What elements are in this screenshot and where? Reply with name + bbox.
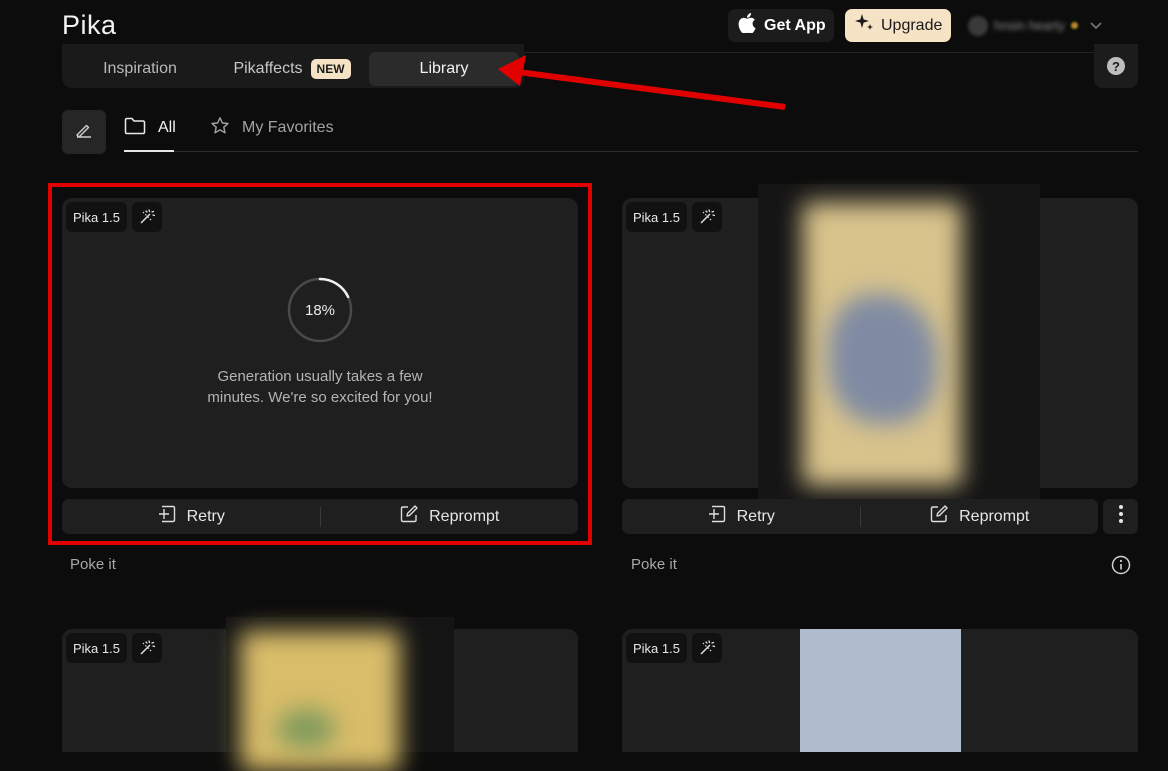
get-app-label: Get App <box>764 16 826 34</box>
new-badge: NEW <box>310 59 351 79</box>
highlight-box <box>48 183 592 545</box>
subtab-favorites-label: My Favorites <box>242 119 334 136</box>
annotation-arrow <box>498 55 786 110</box>
user-name: hnsin hearty <box>994 18 1065 33</box>
video-thumbnail[interactable] <box>758 184 1040 500</box>
subtab-all-label: All <box>158 119 176 136</box>
model-badge: Pika 1.5 <box>66 633 127 663</box>
thumbnail-subject <box>828 294 938 424</box>
reprompt-button[interactable]: Reprompt <box>861 499 1099 534</box>
more-vertical-icon <box>1118 504 1124 529</box>
tab-inspiration[interactable]: Inspiration <box>82 52 198 86</box>
subtabs-divider <box>124 151 1138 152</box>
model-badge: Pika 1.5 <box>626 202 687 232</box>
retry-label: Retry <box>736 507 775 525</box>
retry-icon <box>707 504 727 529</box>
card-chips: Pika 1.5 <box>626 633 722 663</box>
help-icon: ? <box>1107 57 1125 75</box>
thumbnail-frame <box>240 631 400 771</box>
reprompt-label: Reprompt <box>959 507 1030 525</box>
folder-icon <box>124 117 146 140</box>
card-actions: Retry Reprompt <box>622 499 1098 534</box>
help-button[interactable]: ? <box>1094 44 1138 88</box>
credits-dot-icon <box>1070 22 1078 29</box>
subtab-my-favorites[interactable]: My Favorites <box>210 113 334 143</box>
tab-pikaffects-label: Pikaffects <box>233 60 303 77</box>
edit-button[interactable] <box>62 110 106 154</box>
subtab-active-indicator <box>124 150 174 152</box>
upgrade-label: Upgrade <box>881 16 943 34</box>
magic-wand-icon[interactable] <box>691 202 722 232</box>
sparkle-icon <box>853 12 875 39</box>
more-options-button[interactable] <box>1103 499 1138 534</box>
retry-button[interactable]: Retry <box>622 499 860 534</box>
subtab-all[interactable]: All <box>124 113 176 143</box>
info-icon[interactable] <box>1111 555 1131 575</box>
model-badge: Pika 1.5 <box>626 633 687 663</box>
user-menu[interactable]: hnsin hearty <box>968 12 1130 39</box>
magic-wand-icon[interactable] <box>691 633 722 663</box>
magic-wand-icon[interactable] <box>131 633 162 663</box>
video-thumbnail[interactable] <box>226 617 454 771</box>
upgrade-button[interactable]: Upgrade <box>845 9 951 42</box>
edit-icon <box>929 504 949 529</box>
card-caption: Poke it <box>70 556 116 573</box>
tab-pikaffects[interactable]: Pikaffects NEW <box>220 52 364 86</box>
thumbnail-subject <box>276 709 336 749</box>
card-chips: Pika 1.5 <box>66 633 162 663</box>
avatar <box>968 15 988 36</box>
pika-logo[interactable]: Pika <box>62 10 117 41</box>
get-app-button[interactable]: Get App <box>728 9 834 42</box>
chevron-down-icon <box>1090 19 1102 33</box>
card-caption: Poke it <box>631 556 677 573</box>
card-chips: Pika 1.5 <box>626 202 722 232</box>
apple-icon <box>738 13 756 38</box>
star-icon <box>210 116 230 141</box>
video-thumbnail[interactable] <box>800 629 961 752</box>
pencil-icon <box>74 120 94 145</box>
